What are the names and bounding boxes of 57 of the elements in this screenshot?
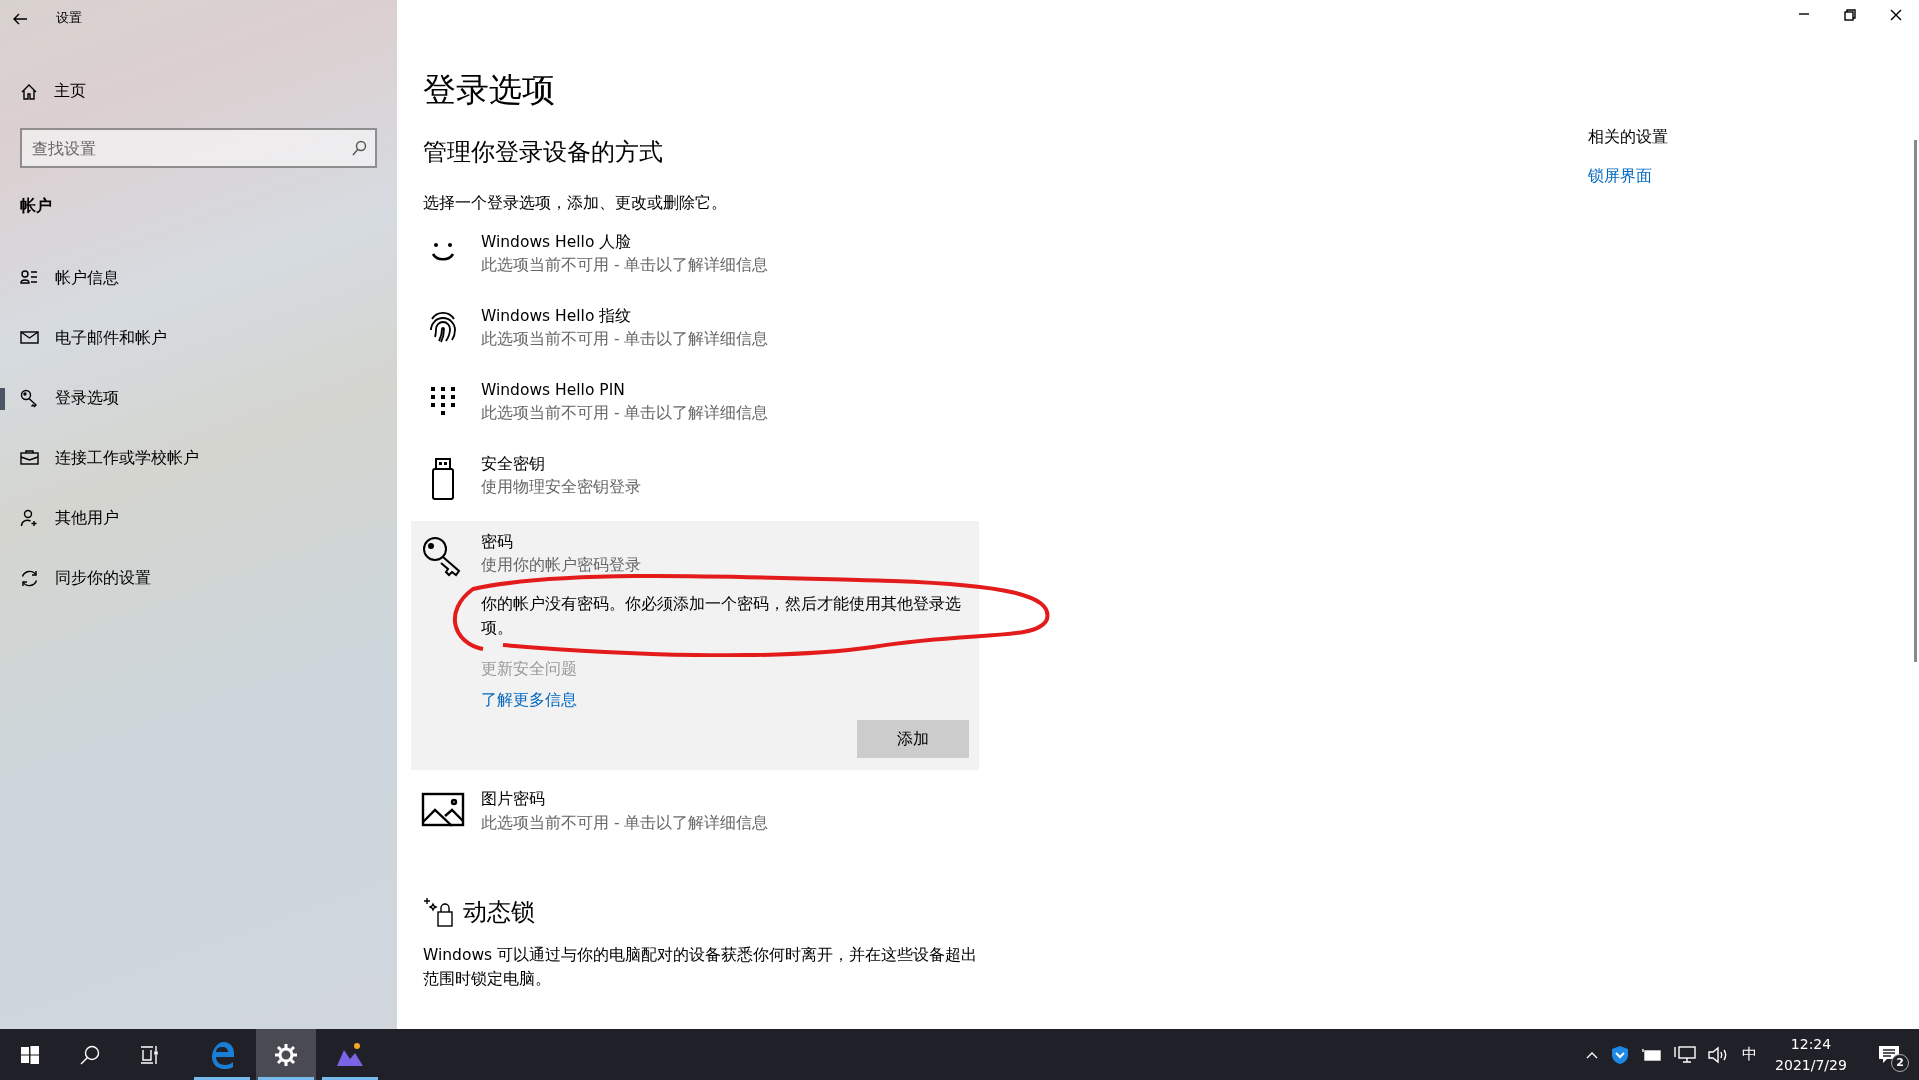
- user-add-icon: [20, 508, 39, 528]
- nav-item[interactable]: 同步你的设置: [0, 548, 397, 608]
- option-description: 此选项当前不可用 - 单击以了解详细信息: [481, 812, 770, 834]
- dynamic-lock-text: Windows 可以通过与你的电脑配对的设备获悉你何时离开，并在这些设备超出范围时锁定电脑。: [423, 945, 979, 990]
- task-view-icon: [140, 1044, 160, 1065]
- section-heading: 动态锁: [463, 897, 535, 929]
- window-title: 设置: [56, 9, 82, 28]
- home-link[interactable]: 主页: [0, 72, 397, 112]
- option-description: 此选项当前不可用 - 单击以了解详细信息: [481, 255, 770, 277]
- clock[interactable]: 12:24 2021/7/29: [1763, 1029, 1859, 1080]
- sparkle-lock-icon: [423, 896, 455, 929]
- ime-indicator[interactable]: 中: [1736, 1029, 1763, 1080]
- search-icon: [351, 140, 367, 156]
- related-heading: 相关的设置: [1588, 127, 1669, 148]
- windows-logo-icon: [21, 1045, 39, 1064]
- restore-icon: [1844, 9, 1856, 21]
- close-icon: [1890, 9, 1902, 21]
- section-heading: 管理你登录设备的方式: [423, 136, 664, 168]
- section-heading: 帐户: [19, 195, 53, 217]
- notification-button[interactable]: 2: [1859, 1029, 1919, 1080]
- chevron-up-icon: [1586, 1050, 1598, 1059]
- add-button[interactable]: 添加: [857, 720, 969, 759]
- search-field[interactable]: 查找设置: [20, 128, 377, 168]
- nav-item[interactable]: 帐户信息: [0, 248, 397, 308]
- option-description: 使用物理安全密钥登录: [481, 477, 642, 499]
- option-title[interactable]: 图片密码: [481, 788, 969, 812]
- page-title: 登录选项: [423, 70, 556, 110]
- option-description: 使用你的帐户密码登录: [481, 555, 642, 577]
- nav-item[interactable]: 其他用户: [0, 488, 397, 548]
- option-description: 此选项当前不可用 - 单击以了解详细信息: [481, 329, 770, 351]
- option-title[interactable]: Windows Hello PIN: [481, 378, 969, 403]
- related-link[interactable]: 锁屏界面: [1588, 165, 1652, 189]
- option-title: 密码: [481, 531, 514, 553]
- option-title[interactable]: 安全密钥: [481, 452, 969, 477]
- key-icon: [20, 388, 39, 408]
- taskbar-app[interactable]: [256, 1029, 316, 1080]
- nav-item[interactable]: 登录选项: [0, 368, 397, 428]
- link[interactable]: 了解更多信息: [481, 689, 577, 713]
- monitor-icon: [1674, 1045, 1696, 1064]
- option-title[interactable]: Windows Hello 指纹: [481, 304, 969, 329]
- home-icon: [20, 83, 38, 101]
- nav-item[interactable]: 电子邮件和帐户: [0, 308, 397, 368]
- shield-icon: [1610, 1044, 1630, 1065]
- sync-icon: [20, 568, 39, 588]
- option-description: 此选项当前不可用 - 单击以了解详细信息: [481, 403, 770, 425]
- notice-text: 你的帐户没有密码。你必须添加一个密码，然后才能使用其他登录选项。: [481, 594, 962, 639]
- gear-icon: [274, 1042, 298, 1067]
- briefcase-icon: [20, 448, 39, 468]
- search-icon: [80, 1044, 100, 1065]
- back-arrow-icon: [12, 11, 28, 26]
- option-title[interactable]: Windows Hello 人脸: [481, 230, 969, 255]
- scrollbar[interactable]: [1914, 140, 1917, 662]
- notification-count: 2: [1891, 1054, 1909, 1072]
- battery-icon: [1642, 1047, 1662, 1062]
- image-icon: [421, 792, 465, 829]
- intro-text: 选择一个登录选项，添加、更改或删除它。: [423, 192, 728, 214]
- nav-item[interactable]: 连接工作或学校帐户: [0, 428, 397, 488]
